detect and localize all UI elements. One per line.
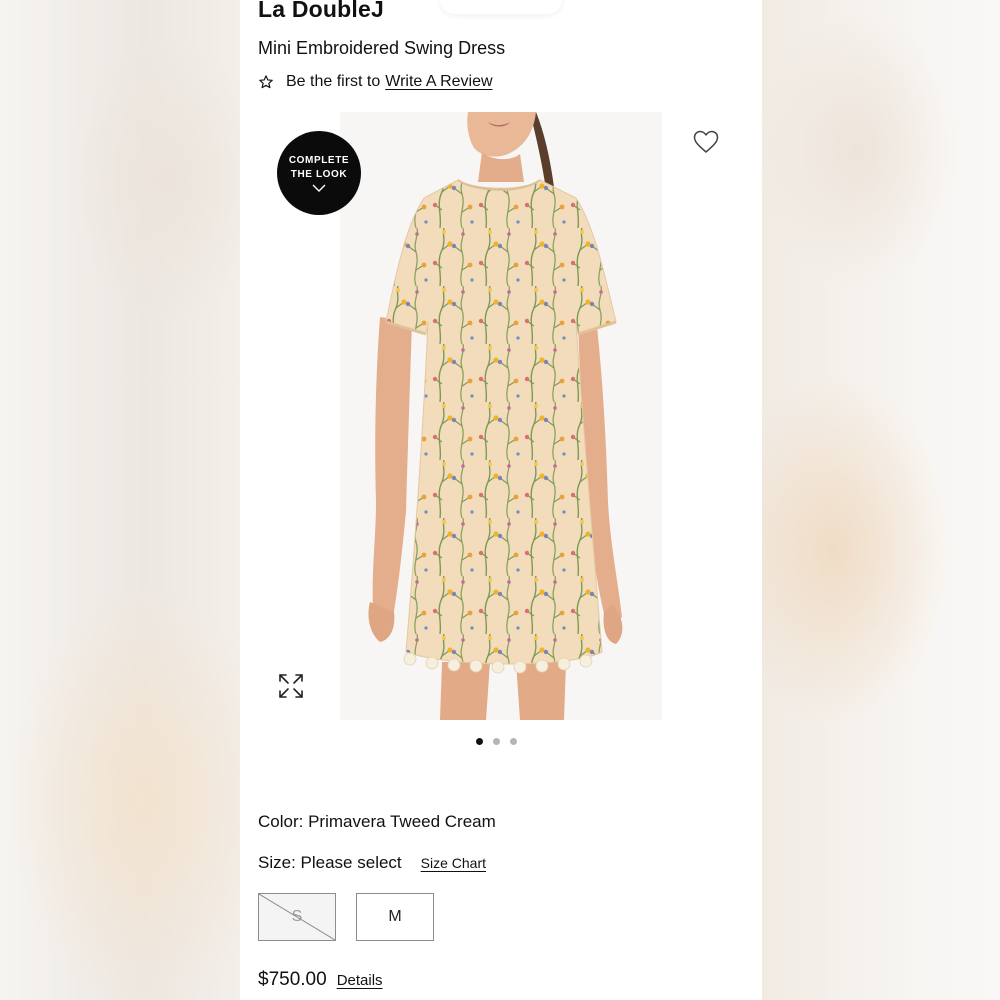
top-notch (440, 0, 562, 14)
badge-line-1: COMPLETE (288, 154, 350, 166)
background-left (0, 0, 240, 1000)
badge-line-2: THE LOOK (290, 168, 348, 180)
product-image[interactable] (340, 112, 662, 720)
complete-the-look-badge[interactable]: COMPLETE THE LOOK (277, 131, 361, 215)
size-label: Size: (258, 853, 296, 872)
size-option-label: M (388, 908, 402, 925)
background-right (762, 0, 1000, 1000)
color-value: Primavera Tweed Cream (308, 812, 496, 831)
brand-name[interactable]: La DoubleJ (258, 0, 384, 23)
review-row: Be the first to Write A Review (258, 71, 493, 93)
carousel-dot-3[interactable] (510, 738, 517, 745)
carousel-dot-1[interactable] (476, 738, 483, 745)
size-value: Please select (300, 853, 402, 872)
size-option-s[interactable]: S (258, 893, 336, 941)
heart-icon[interactable] (693, 130, 719, 154)
carousel-dot-2[interactable] (493, 738, 500, 745)
size-row: Size: Please select Size Chart (258, 853, 486, 873)
price: $750.00 (258, 969, 327, 990)
product-gallery[interactable]: COMPLETE THE LOOK (240, 112, 762, 720)
color-row: Color: Primavera Tweed Cream (258, 812, 496, 832)
size-chart-link[interactable]: Size Chart (421, 855, 486, 871)
size-option-m[interactable]: M (356, 893, 434, 941)
expand-icon[interactable] (278, 673, 304, 699)
details-link[interactable]: Details (337, 972, 383, 989)
review-prefix: Be the first to (286, 73, 381, 90)
star-icon (259, 75, 273, 89)
price-row: $750.00 Details (258, 969, 383, 991)
write-review-link[interactable]: Write A Review (385, 73, 492, 91)
chevron-down-icon (312, 184, 326, 192)
unavailable-strike (259, 894, 335, 940)
product-title: Mini Embroidered Swing Dress (258, 38, 506, 58)
dress-illustration (340, 112, 662, 720)
color-label: Color: (258, 812, 304, 831)
product-panel: La DoubleJ Mini Embroidered Swing Dress … (240, 0, 762, 1000)
carousel-dots (476, 738, 517, 745)
